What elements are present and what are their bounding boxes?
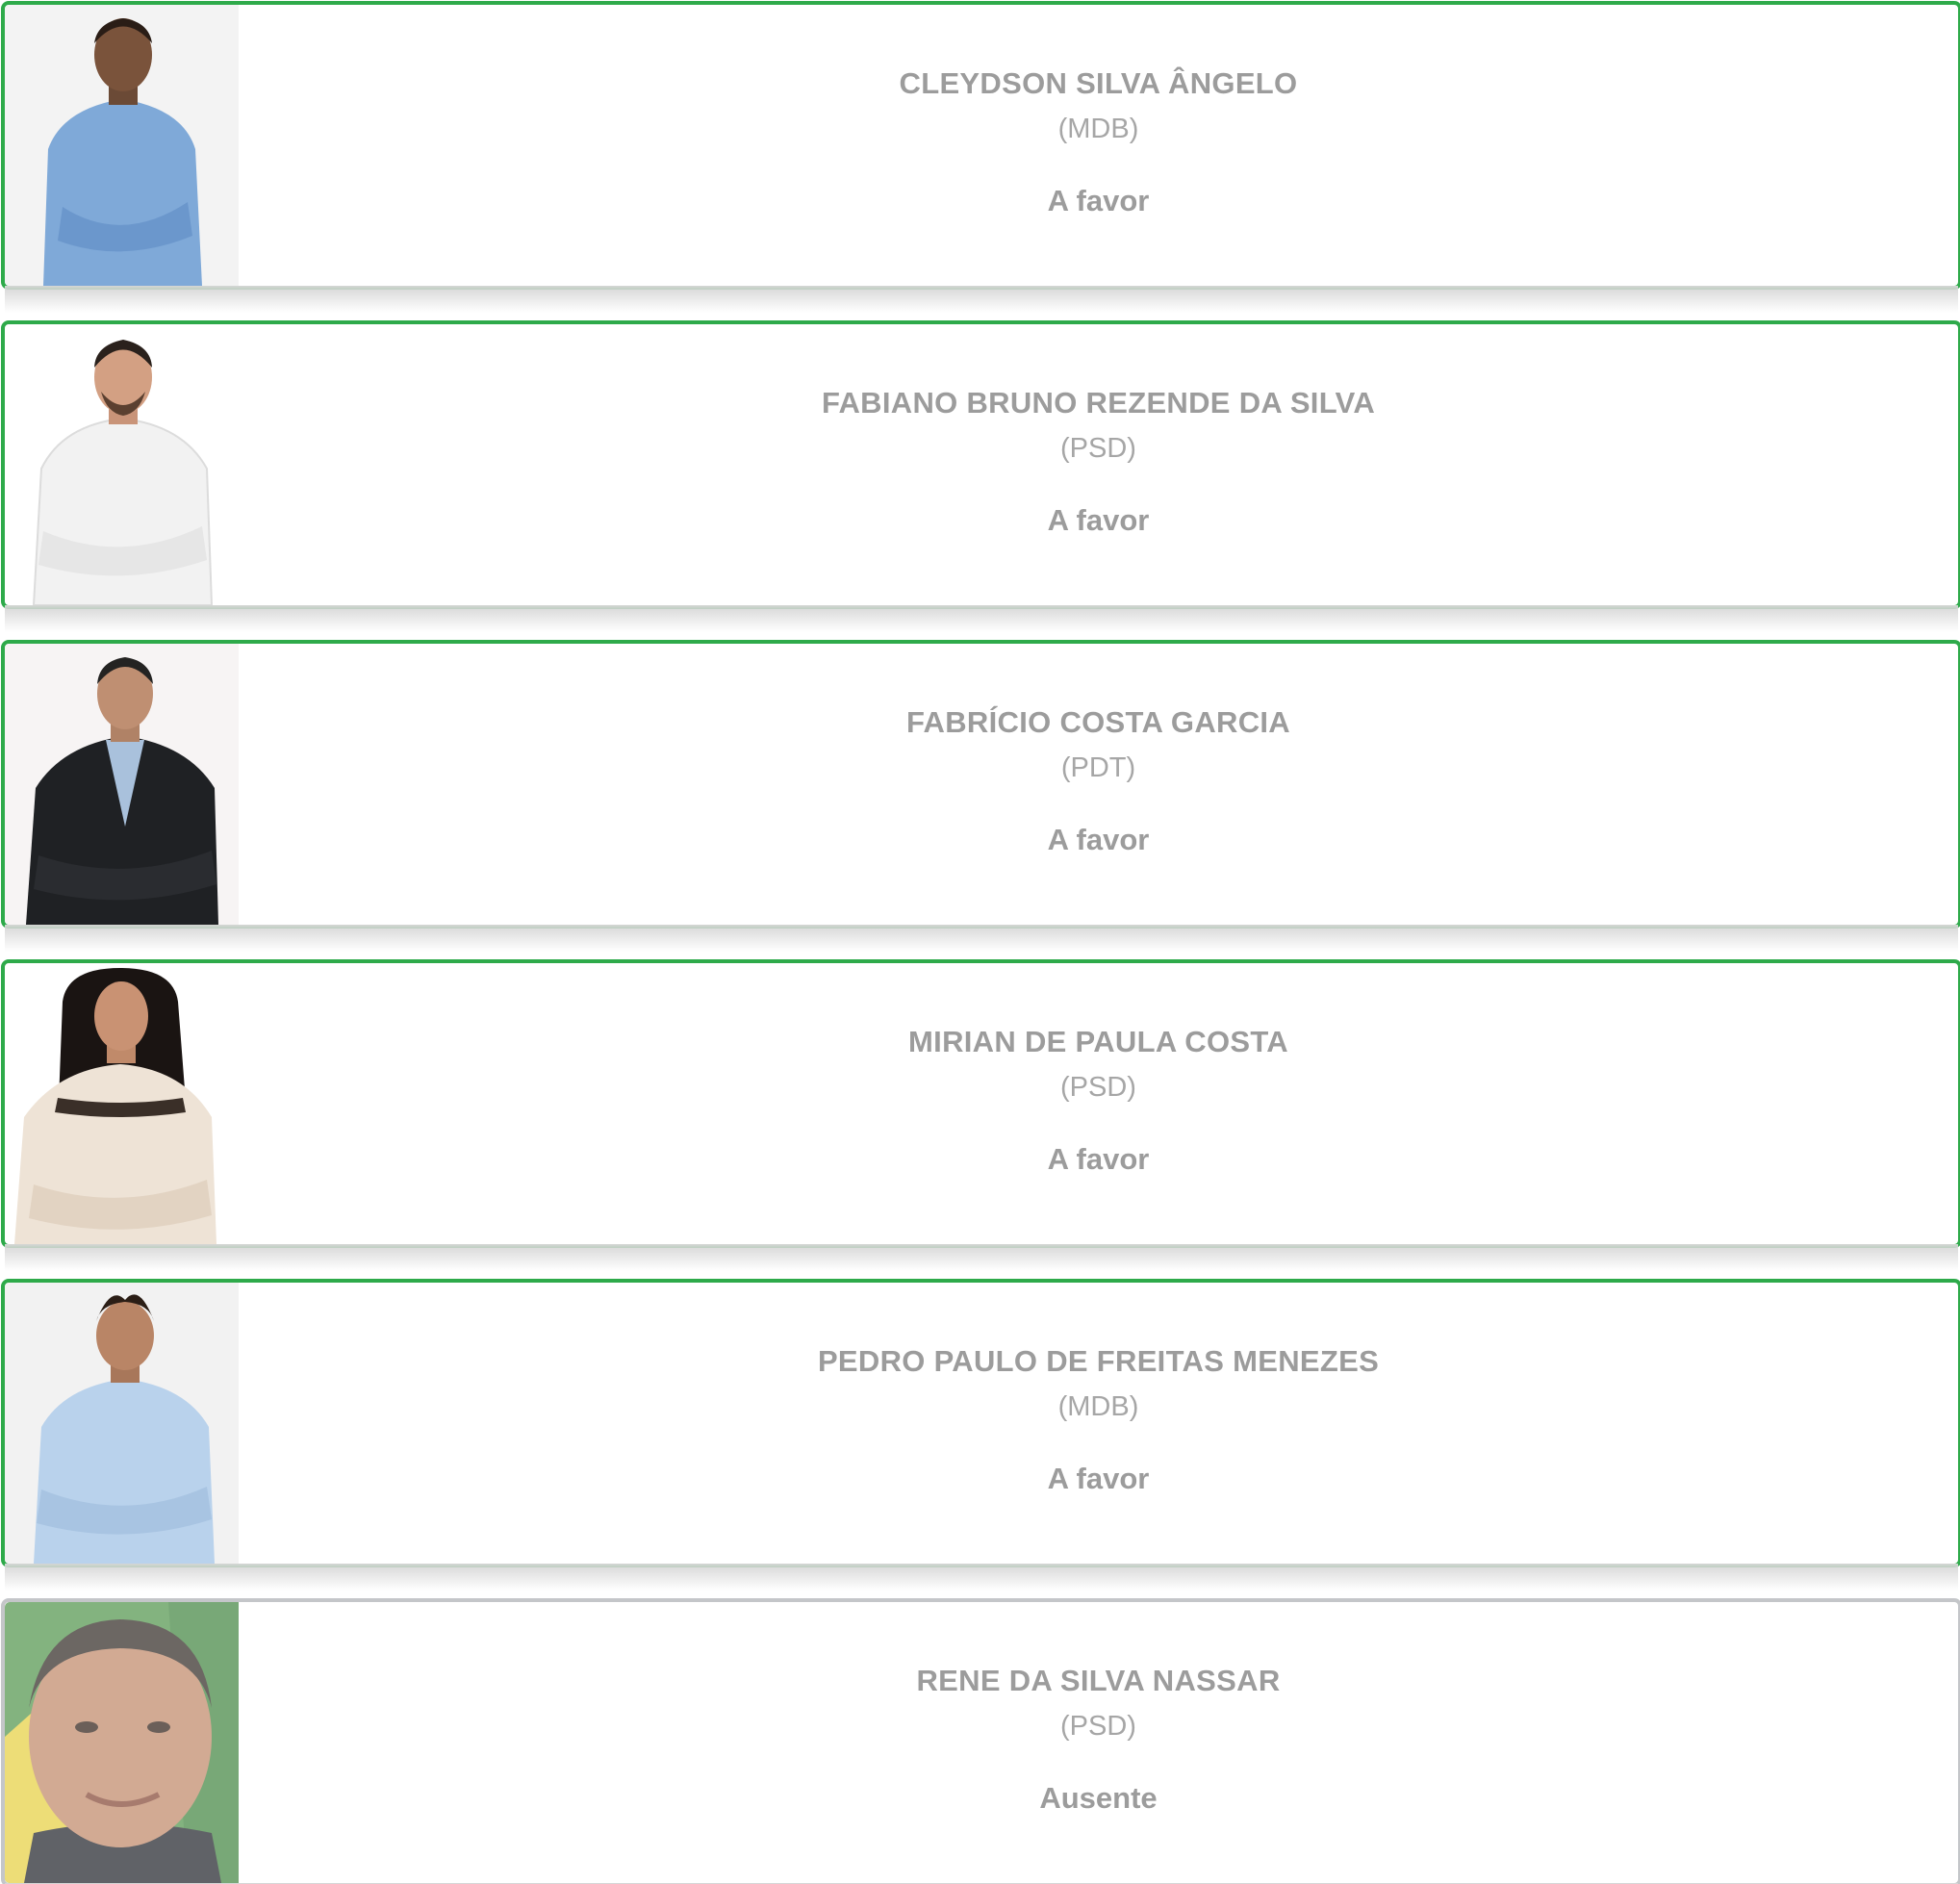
councilor-card[interactable]: CLEYDSON SILVA ÂNGELO (MDB) A favor [1, 1, 1960, 313]
councilor-photo [5, 644, 239, 925]
councilor-card[interactable]: FABIANO BRUNO REZENDE DA SILVA (PSD) A f… [1, 320, 1960, 632]
councilor-photo [5, 1602, 239, 1883]
councilor-name: RENE DA SILVA NASSAR [916, 1664, 1281, 1697]
councilor-vote: A favor [1047, 823, 1150, 856]
councilor-vote: A favor [1047, 184, 1150, 217]
councilor-name: PEDRO PAULO DE FREITAS MENEZES [817, 1344, 1380, 1378]
councilor-info: PEDRO PAULO DE FREITAS MENEZES (MDB) A f… [239, 1283, 1958, 1564]
councilor-party: (PSD) [1060, 1711, 1136, 1742]
councilor-info: CLEYDSON SILVA ÂNGELO (MDB) A favor [239, 5, 1958, 286]
councilor-name: MIRIAN DE PAULA COSTA [908, 1025, 1288, 1058]
councilor-name: CLEYDSON SILVA ÂNGELO [899, 66, 1298, 100]
councilor-vote: Ausente [1039, 1781, 1158, 1815]
councilor-vote: A favor [1047, 1462, 1150, 1495]
councilor-card[interactable]: MIRIAN DE PAULA COSTA (PSD) A favor [1, 959, 1960, 1271]
councilor-card[interactable]: FABRÍCIO COSTA GARCIA (PDT) A favor [1, 640, 1960, 952]
councilor-party: (PSD) [1060, 1072, 1136, 1103]
councilor-info: FABRÍCIO COSTA GARCIA (PDT) A favor [239, 644, 1958, 925]
councilor-info: MIRIAN DE PAULA COSTA (PSD) A favor [239, 963, 1958, 1244]
councilor-photo [5, 324, 239, 605]
councilor-info: RENE DA SILVA NASSAR (PSD) Ausente [239, 1602, 1958, 1883]
vote-list: CLEYDSON SILVA ÂNGELO (MDB) A favor FABI… [0, 0, 1960, 1884]
councilor-card[interactable]: RENE DA SILVA NASSAR (PSD) Ausente [1, 1598, 1960, 1884]
councilor-vote: A favor [1047, 503, 1150, 537]
councilor-party: (MDB) [1057, 114, 1139, 144]
councilor-name: FABRÍCIO COSTA GARCIA [906, 705, 1290, 739]
councilor-photo [5, 963, 239, 1244]
councilor-card[interactable]: PEDRO PAULO DE FREITAS MENEZES (MDB) A f… [1, 1279, 1960, 1591]
councilor-info: FABIANO BRUNO REZENDE DA SILVA (PSD) A f… [239, 324, 1958, 605]
councilor-party: (MDB) [1057, 1391, 1139, 1422]
councilor-photo [5, 1283, 239, 1564]
councilor-party: (PSD) [1060, 433, 1136, 464]
councilor-name: FABIANO BRUNO REZENDE DA SILVA [821, 386, 1376, 420]
councilor-photo [5, 5, 239, 286]
councilor-party: (PDT) [1060, 752, 1136, 783]
councilor-vote: A favor [1047, 1142, 1150, 1176]
